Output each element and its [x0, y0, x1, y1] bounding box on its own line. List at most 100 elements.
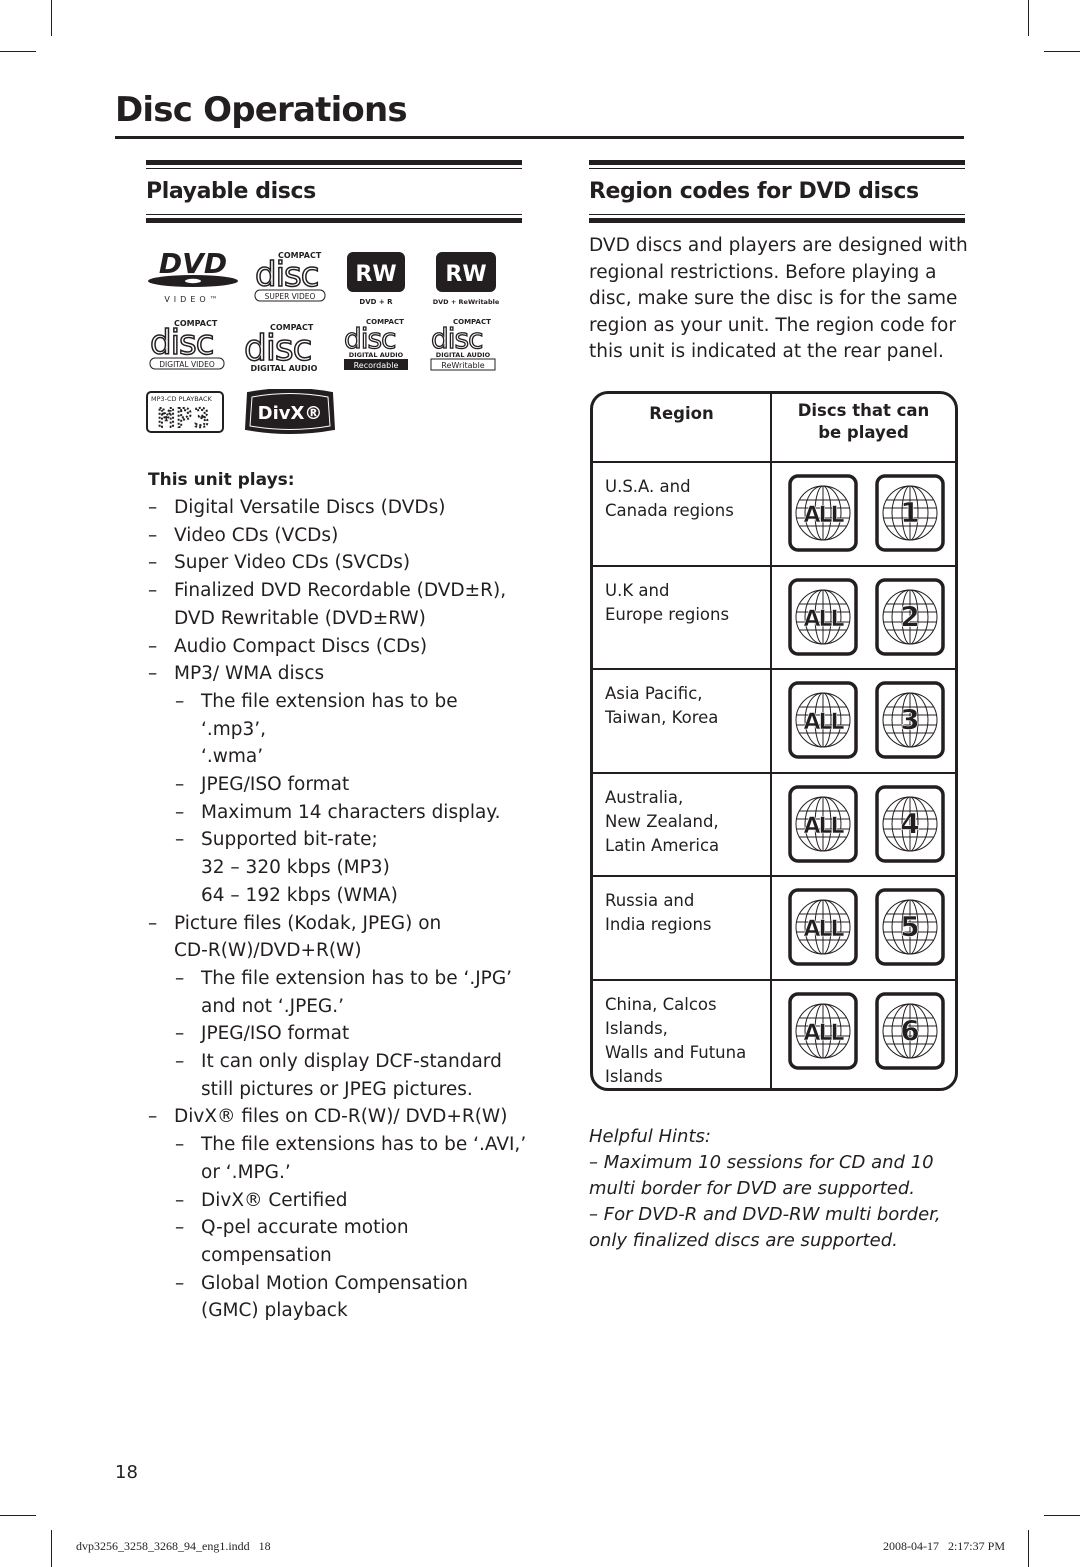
- playable-discs-header: Playable discs: [146, 160, 522, 223]
- playable-formats-list: – Digital Versatile Discs (DVDs) – Video CD…: [148, 494, 528, 1325]
- list-item: – Finalized DVD Recordable (DVD±R),: [148, 577, 528, 605]
- region-name-line: Australia,: [605, 787, 684, 807]
- list-dash: –: [175, 1051, 185, 1073]
- compact-disc-digital-video-logo: COMPACT disc DIGITAL VIDEO: [148, 316, 228, 372]
- list-item-continuation: CD-R(W)/DVD+R(W): [174, 940, 362, 962]
- list-item-text: The file extensions has to be ‘.AVI,’: [201, 1134, 527, 1156]
- list-item: – JPEG/ISO format: [148, 1020, 528, 1048]
- crop-mark: [0, 1515, 36, 1516]
- list-item-text: DivX® Certified: [201, 1189, 348, 1211]
- list-item-text: It can only display DCF-standard: [201, 1051, 502, 1073]
- rule-thick: [146, 160, 522, 165]
- list-item: – The file extension has to be ‘.JPG’: [148, 965, 528, 993]
- list-item: – JPEG/ISO format: [148, 771, 528, 799]
- mp3-cd-playback-logo: MP3-CD PLAYBACK MP3: [146, 391, 226, 435]
- region-name: Australia, New Zealand, Latin America: [605, 786, 765, 858]
- list-item: – Q-pel accurate motion: [148, 1214, 528, 1242]
- list-item-text: Global Motion Compensation: [201, 1272, 469, 1294]
- svg-text:MP3-CD PLAYBACK: MP3-CD PLAYBACK: [151, 395, 213, 403]
- list-item-text: MP3/ WMA discs: [174, 663, 325, 685]
- list-dash: –: [175, 829, 185, 851]
- region-3-globe-icon: 3: [875, 681, 945, 759]
- svg-text:DivX®: DivX®: [258, 403, 323, 424]
- list-item: – Video CDs (VCDs): [148, 522, 528, 550]
- list-item: – Audio Compact Discs (CDs): [148, 633, 528, 661]
- list-item-text: JPEG/ISO format: [201, 774, 350, 796]
- list-dash: –: [175, 801, 185, 823]
- region-name-line: India regions: [605, 915, 712, 934]
- list-dash: –: [148, 1106, 158, 1128]
- this-unit-plays-heading: This unit plays:: [148, 470, 295, 490]
- region-code-label: 6: [900, 1014, 919, 1047]
- region-name-line: China, Calcos: [605, 994, 717, 1014]
- region-name-line: Latin America: [605, 835, 720, 855]
- list-item-continuation: still pictures or JPEG pictures.: [201, 1078, 473, 1100]
- table-row-divider: [593, 771, 955, 774]
- list-dash: –: [148, 635, 158, 657]
- crop-mark: [1028, 0, 1029, 36]
- list-dash: –: [175, 1023, 185, 1045]
- svg-text:ReWritable: ReWritable: [441, 361, 485, 370]
- compact-disc-rewritable-logo: COMPACT disc DIGITAL AUDIO ReWritable: [429, 316, 497, 374]
- list-item-text: DivX® files on CD-R(W)/ DVD+R(W): [174, 1106, 508, 1128]
- list-dash: –: [148, 580, 158, 602]
- region-codes-table: Region Discs that can be played U.S.A. a…: [590, 391, 958, 1091]
- svg-text:DIGITAL AUDIO: DIGITAL AUDIO: [251, 364, 318, 373]
- svg-text:DVD + ReWritable: DVD + ReWritable: [433, 298, 500, 306]
- footer-timestamp: 2008-04-17 2:17:37 PM: [882, 1539, 1005, 1553]
- table-row-divider: [593, 875, 955, 877]
- column-header-discs-line2: be played: [818, 423, 909, 442]
- list-item-text: Q-pel accurate motion: [201, 1217, 409, 1239]
- list-item-continuation: DVD Rewritable (DVD±RW): [174, 607, 426, 629]
- list-dash: –: [175, 690, 185, 712]
- list-item-text: Picture files (Kodak, JPEG) on: [174, 912, 442, 934]
- list-item: – MP3/ WMA discs: [148, 660, 528, 688]
- svg-text:DIGITAL VIDEO: DIGITAL VIDEO: [159, 360, 215, 369]
- list-dash: –: [148, 912, 158, 934]
- page-title: Disc Operations: [115, 90, 408, 130]
- region-name-line: Walls and Futuna: [605, 1042, 747, 1062]
- crop-mark: [1028, 1530, 1029, 1567]
- list-dash: –: [148, 552, 158, 574]
- table-row-divider: [593, 668, 955, 670]
- rule-thick: [146, 218, 522, 223]
- list-item-text: Digital Versatile Discs (DVDs): [174, 497, 446, 518]
- table-row-divider: [593, 564, 955, 567]
- list-dash: –: [175, 967, 185, 989]
- list-item-text: The file extension has to be ‘.mp3’,: [201, 690, 458, 740]
- list-item-continuation: ‘.wma’: [201, 746, 264, 768]
- svg-text:MP3: MP3: [159, 404, 212, 433]
- dvd-plus-r-logo: RW DVD + R: [344, 252, 408, 306]
- title-rule: [115, 136, 964, 139]
- region-2-globe-icon: 2: [875, 577, 945, 656]
- list-item: – Super Video CDs (SVCDs): [148, 549, 528, 577]
- region-name-line: Europe regions: [605, 604, 730, 624]
- rule-thin: [146, 214, 522, 215]
- region-name: U.K and Europe regions: [605, 579, 765, 627]
- region-name-line: U.K and: [605, 580, 670, 600]
- table-row-divider: [593, 461, 955, 463]
- list-item: – DivX® files on CD-R(W)/ DVD+R(W): [148, 1103, 528, 1131]
- svg-text:disc: disc: [150, 323, 213, 363]
- list-item-text: Maximum 14 characters display.: [201, 801, 501, 823]
- list-dash: –: [175, 1272, 185, 1294]
- list-item-text: Audio Compact Discs (CDs): [174, 635, 428, 657]
- region-codes-header: Region codes for DVD discs: [589, 160, 965, 223]
- list-item: – Global Motion Compensation: [148, 1270, 528, 1298]
- list-item: – Maximum 14 characters display.: [148, 799, 528, 827]
- svg-text:disc: disc: [255, 255, 318, 295]
- list-dash: –: [175, 1217, 185, 1239]
- helpful-hints-title: Helpful Hints:: [589, 1126, 711, 1147]
- region-name-line: Canada regions: [605, 501, 734, 520]
- hint-item: – Maximum 10 sessions for CD and 10 mult…: [589, 1152, 934, 1199]
- region-name: China, Calcos Islands, Walls and Futuna Isl…: [605, 993, 765, 1089]
- region-all-globe-icon: ALL: [788, 991, 858, 1070]
- region-name-line: Islands: [605, 1066, 663, 1086]
- list-item-text: JPEG/ISO format: [201, 1023, 350, 1045]
- list-item-text: Finalized DVD Recordable (DVD±R),: [174, 580, 507, 602]
- svg-text:DIGITAL AUDIO: DIGITAL AUDIO: [436, 351, 491, 359]
- svg-text:DIGITAL AUDIO: DIGITAL AUDIO: [349, 351, 404, 359]
- footer-filename: dvp3256_3258_3268_94_eng1.indd 18: [76, 1539, 271, 1553]
- compact-disc-recordable-logo: COMPACT disc DIGITAL AUDIO Recordable: [342, 316, 410, 374]
- list-item-continuation: 64 – 192 kbps (WMA): [201, 884, 398, 906]
